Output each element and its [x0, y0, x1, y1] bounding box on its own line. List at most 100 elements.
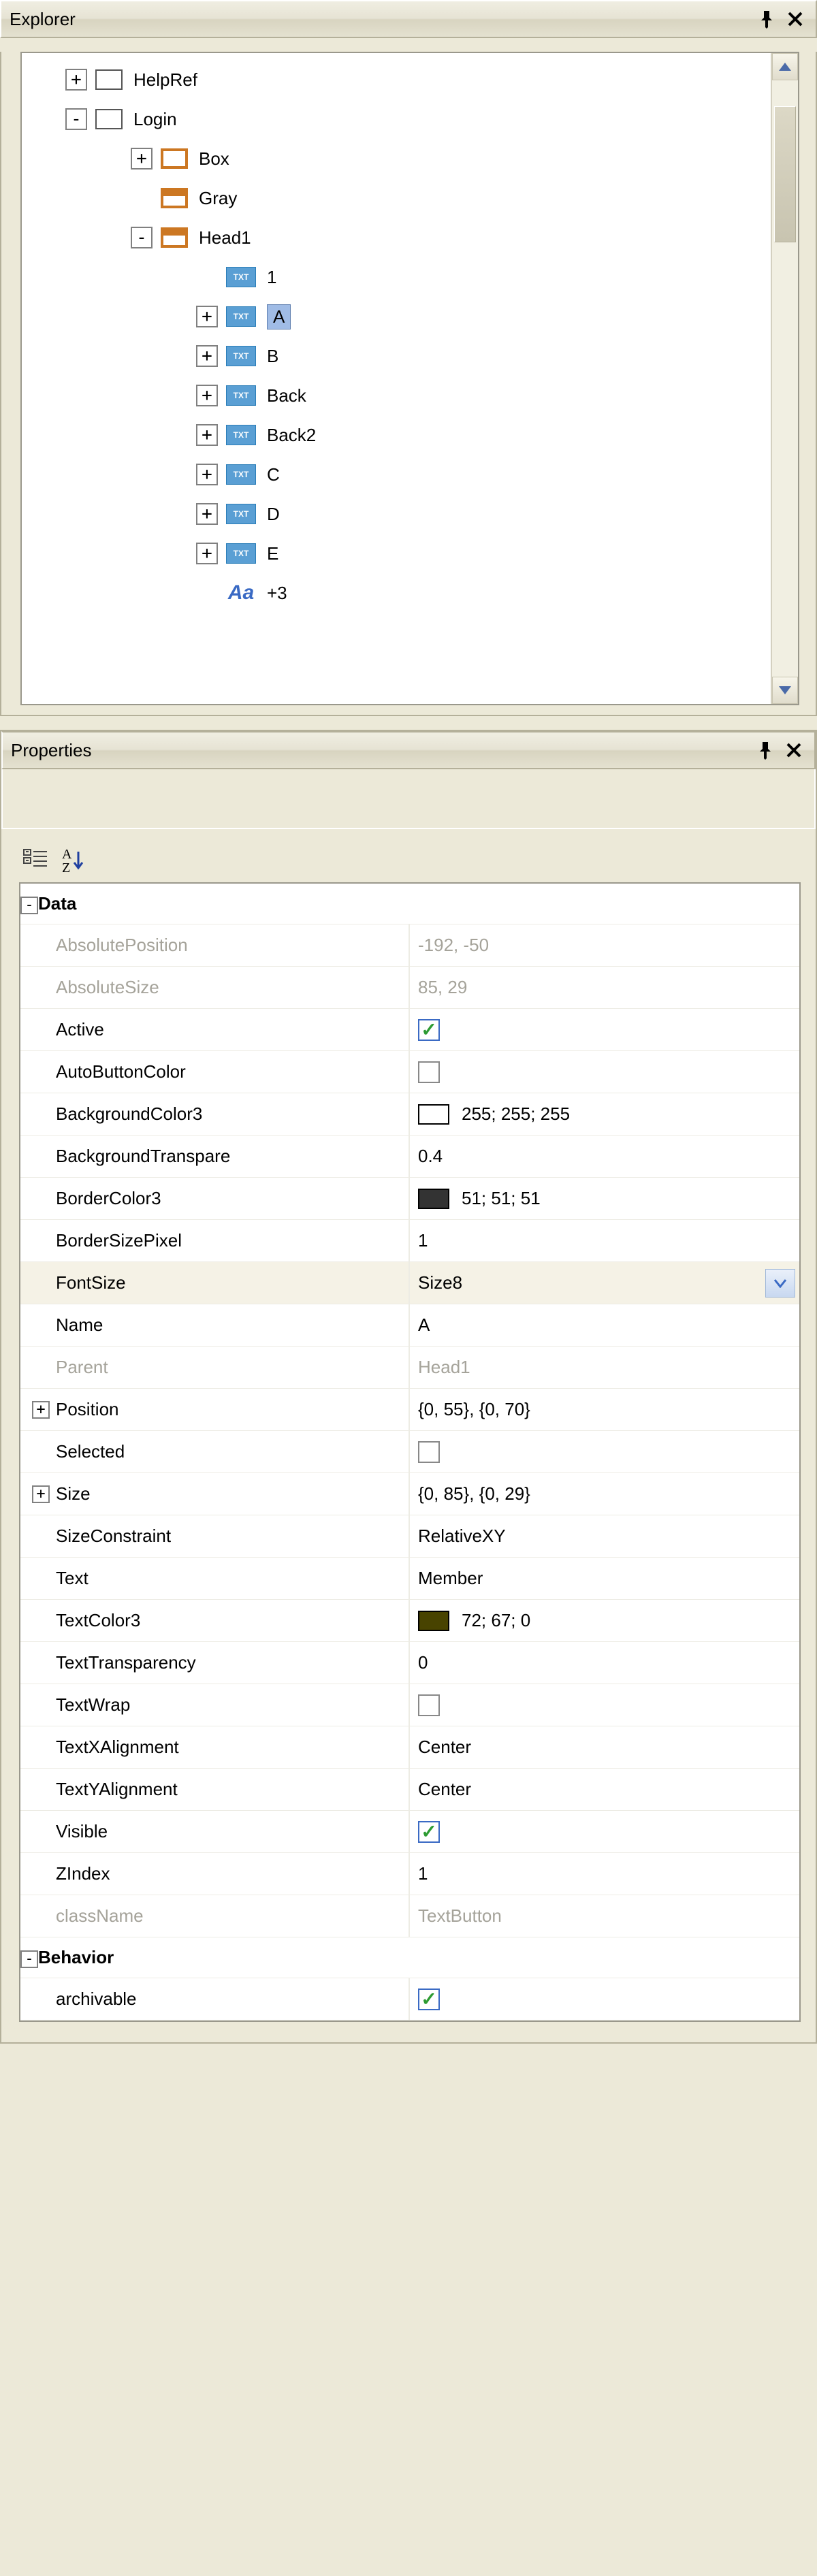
property-value[interactable]: Center [410, 1769, 799, 1810]
tree-item[interactable]: +TXTD [22, 494, 798, 534]
tree-item[interactable]: +TXTE [22, 534, 798, 573]
property-group-header[interactable]: -Data [20, 884, 799, 924]
property-group-header[interactable]: -Behavior [20, 1937, 799, 1978]
collapse-icon[interactable]: - [20, 1950, 38, 1968]
checkbox[interactable] [418, 1019, 440, 1041]
close-icon[interactable] [782, 738, 806, 762]
checkbox[interactable] [418, 1061, 440, 1083]
property-value[interactable]: 0 [410, 1642, 799, 1684]
property-row[interactable]: BackgroundColor3255; 255; 255 [20, 1093, 799, 1136]
tree-item[interactable]: +TXTBack [22, 376, 798, 415]
property-value[interactable]: 72; 67; 0 [410, 1600, 799, 1641]
categorized-view-icon[interactable] [19, 845, 52, 875]
property-row[interactable]: ZIndex1 [20, 1853, 799, 1895]
color-swatch[interactable] [418, 1189, 449, 1209]
tree-item[interactable]: TXT1 [22, 257, 798, 297]
property-row[interactable]: classNameTextButton [20, 1895, 799, 1937]
expand-icon[interactable]: + [32, 1401, 50, 1419]
expand-icon[interactable]: + [196, 385, 218, 406]
collapse-icon[interactable]: - [131, 227, 153, 248]
checkbox[interactable] [418, 1694, 440, 1716]
property-value[interactable]: A [410, 1304, 799, 1346]
expand-icon[interactable]: + [196, 424, 218, 446]
expand-icon[interactable]: + [32, 1485, 50, 1503]
property-value[interactable]: {0, 55}, {0, 70} [410, 1389, 799, 1430]
property-row[interactable]: BackgroundTranspare0.4 [20, 1136, 799, 1178]
tree-item[interactable]: -Login [22, 99, 798, 139]
expand-icon[interactable]: + [196, 503, 218, 525]
property-value[interactable]: -192, -50 [410, 924, 799, 966]
collapse-icon[interactable]: - [65, 108, 87, 130]
tree-item[interactable]: +TXTA [22, 297, 798, 336]
property-value[interactable] [410, 1009, 799, 1050]
property-row[interactable]: BorderColor351; 51; 51 [20, 1178, 799, 1220]
checkbox[interactable] [418, 1441, 440, 1463]
expand-icon[interactable]: + [131, 148, 153, 170]
expand-icon[interactable]: + [196, 543, 218, 564]
property-value[interactable]: 85, 29 [410, 967, 799, 1008]
property-row[interactable]: +Position{0, 55}, {0, 70} [20, 1389, 799, 1431]
alphabetical-view-icon[interactable]: A Z [57, 845, 90, 875]
property-value[interactable]: 255; 255; 255 [410, 1093, 799, 1135]
pin-icon[interactable] [753, 738, 778, 762]
property-row[interactable]: Active [20, 1009, 799, 1051]
collapse-icon[interactable]: - [20, 897, 38, 914]
checkbox[interactable] [418, 1989, 440, 2010]
property-value[interactable]: {0, 85}, {0, 29} [410, 1473, 799, 1515]
property-value[interactable] [410, 1978, 799, 2020]
property-value[interactable] [410, 1431, 799, 1472]
explorer-scrollbar[interactable] [771, 53, 798, 704]
property-row[interactable]: SizeConstraintRelativeXY [20, 1515, 799, 1558]
property-row[interactable]: Visible [20, 1811, 799, 1853]
close-icon[interactable] [783, 7, 807, 31]
property-row[interactable]: TextMember [20, 1558, 799, 1600]
checkbox[interactable] [418, 1821, 440, 1843]
expand-icon[interactable]: + [65, 69, 87, 91]
property-row[interactable]: AbsoluteSize85, 29 [20, 967, 799, 1009]
property-value[interactable]: 1 [410, 1853, 799, 1895]
property-row[interactable]: TextTransparency0 [20, 1642, 799, 1684]
expand-icon[interactable]: + [196, 345, 218, 367]
property-value[interactable] [410, 1684, 799, 1726]
property-row[interactable]: TextYAlignmentCenter [20, 1769, 799, 1811]
scroll-down-icon[interactable] [772, 677, 798, 704]
property-value[interactable]: Center [410, 1726, 799, 1768]
tree-item[interactable]: +HelpRef [22, 60, 798, 99]
explorer-tree[interactable]: +HelpRef-Login+BoxGray-Head1TXT1+TXTA+TX… [22, 53, 798, 619]
property-row[interactable]: AbsolutePosition-192, -50 [20, 924, 799, 967]
property-value[interactable] [410, 1811, 799, 1852]
property-row[interactable]: TextXAlignmentCenter [20, 1726, 799, 1769]
property-value[interactable]: Size8 [410, 1262, 799, 1304]
pin-icon[interactable] [754, 7, 779, 31]
property-value[interactable]: Member [410, 1558, 799, 1599]
property-value[interactable]: TextButton [410, 1895, 799, 1937]
property-row[interactable]: BorderSizePixel1 [20, 1220, 799, 1262]
tree-item[interactable]: Gray [22, 178, 798, 218]
property-value[interactable]: Head1 [410, 1347, 799, 1388]
chevron-down-icon[interactable] [765, 1269, 795, 1298]
property-value[interactable]: RelativeXY [410, 1515, 799, 1557]
property-row[interactable]: AutoButtonColor [20, 1051, 799, 1093]
property-row[interactable]: archivable [20, 1978, 799, 2020]
scroll-thumb[interactable] [774, 106, 796, 242]
tree-item[interactable]: +TXTC [22, 455, 798, 494]
tree-item[interactable]: +TXTBack2 [22, 415, 798, 455]
property-row[interactable]: NameA [20, 1304, 799, 1347]
property-value[interactable]: 51; 51; 51 [410, 1178, 799, 1219]
color-swatch[interactable] [418, 1104, 449, 1125]
tree-item[interactable]: +TXTB [22, 336, 798, 376]
tree-item[interactable]: +Box [22, 139, 798, 178]
tree-item[interactable]: -Head1 [22, 218, 798, 257]
property-row[interactable]: ParentHead1 [20, 1347, 799, 1389]
property-value[interactable]: 0.4 [410, 1136, 799, 1177]
expand-icon[interactable]: + [196, 306, 218, 327]
scroll-up-icon[interactable] [772, 53, 798, 80]
property-value[interactable] [410, 1051, 799, 1093]
property-row[interactable]: +Size{0, 85}, {0, 29} [20, 1473, 799, 1515]
property-row[interactable]: Selected [20, 1431, 799, 1473]
property-row[interactable]: TextWrap [20, 1684, 799, 1726]
tree-item[interactable]: Aa+3 [22, 573, 798, 613]
property-row[interactable]: TextColor372; 67; 0 [20, 1600, 799, 1642]
color-swatch[interactable] [418, 1611, 449, 1631]
expand-icon[interactable]: + [196, 464, 218, 485]
